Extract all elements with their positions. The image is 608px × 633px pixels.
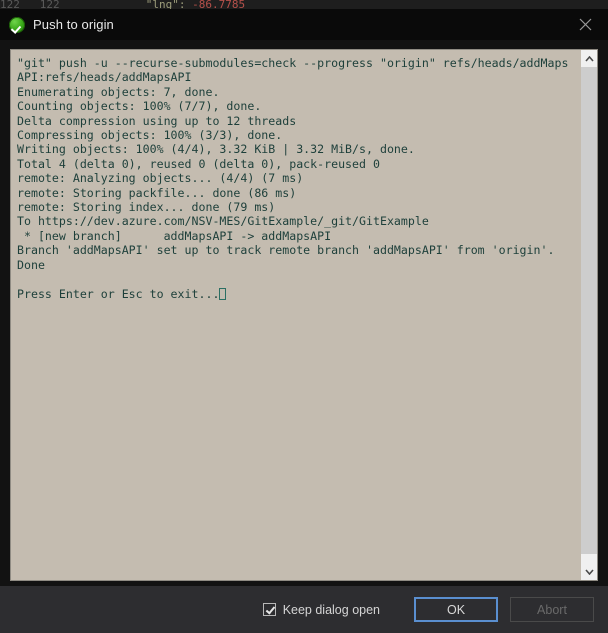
- console-line: Done: [17, 257, 45, 272]
- console-line: Delta compression using up to 12 threads: [17, 113, 297, 128]
- console-line: Counting objects: 100% (7/7), done.: [17, 99, 262, 114]
- keep-dialog-open-checkbox[interactable]: Keep dialog open: [262, 602, 380, 617]
- scrollbar-thumb[interactable]: [581, 67, 597, 555]
- console-output[interactable]: "git" push -u --recurse-submodules=check…: [10, 49, 581, 581]
- background-editor-strip: 122 122 "lng": -86.7785: [0, 0, 608, 9]
- console-line: To https://dev.azure.com/NSV-MES/GitExam…: [17, 214, 429, 229]
- editor-json-key: "lng":: [145, 0, 186, 9]
- editor-gutter-number: 122: [39, 0, 60, 9]
- console-line: Branch 'addMapsAPI' set up to track remo…: [17, 243, 555, 258]
- console-line: "git" push -u --recurse-submodules=check…: [17, 56, 569, 70]
- editor-json-value: -86.7785: [192, 0, 246, 9]
- checkbox-box: [262, 603, 276, 616]
- ok-button[interactable]: OK: [414, 597, 498, 622]
- chevron-up-icon: [584, 55, 594, 62]
- console-line: API:refs/heads/addMapsAPI: [17, 70, 192, 85]
- console-line: remote: Storing index... done (79 ms): [17, 200, 276, 215]
- scrollbar-up-button[interactable]: [581, 50, 597, 67]
- console-line: remote: Storing packfile... done (86 ms): [17, 185, 297, 200]
- success-check-icon: [9, 16, 25, 33]
- dialog-titlebar: Push to origin: [0, 9, 608, 40]
- console-line: * [new branch] addMapsAPI -> addMapsAPI: [17, 228, 332, 243]
- console-line: Press Enter or Esc to exit...: [17, 286, 220, 301]
- console-output-region: "git" push -u --recurse-submodules=check…: [0, 40, 608, 586]
- console-line: Enumerating objects: 7, done.: [17, 84, 220, 99]
- dialog-title: Push to origin: [33, 17, 114, 32]
- close-icon[interactable]: [563, 9, 608, 40]
- push-to-origin-dialog: Push to origin "git" push -u --recurse-s…: [0, 9, 608, 633]
- chevron-down-icon: [584, 568, 594, 575]
- console-line: Compressing objects: 100% (3/3), done.: [17, 128, 283, 143]
- text-cursor: [219, 287, 227, 300]
- close-glyph: [579, 18, 592, 31]
- console-line: Total 4 (delta 0), reused 0 (delta 0), p…: [17, 156, 380, 171]
- console-line: Writing objects: 100% (4/4), 3.32 KiB | …: [17, 142, 415, 157]
- scrollbar-down-button[interactable]: [581, 563, 597, 580]
- editor-line-number: 122: [0, 0, 20, 9]
- abort-button[interactable]: Abort: [510, 597, 594, 622]
- keep-dialog-open-label: Keep dialog open: [282, 602, 380, 617]
- dialog-footer: Keep dialog open OK Abort: [0, 586, 608, 633]
- console-scrollbar[interactable]: [581, 49, 598, 581]
- console-line: remote: Analyzing objects... (4/4) (7 ms…: [17, 171, 304, 186]
- scrollbar-track[interactable]: [581, 67, 597, 563]
